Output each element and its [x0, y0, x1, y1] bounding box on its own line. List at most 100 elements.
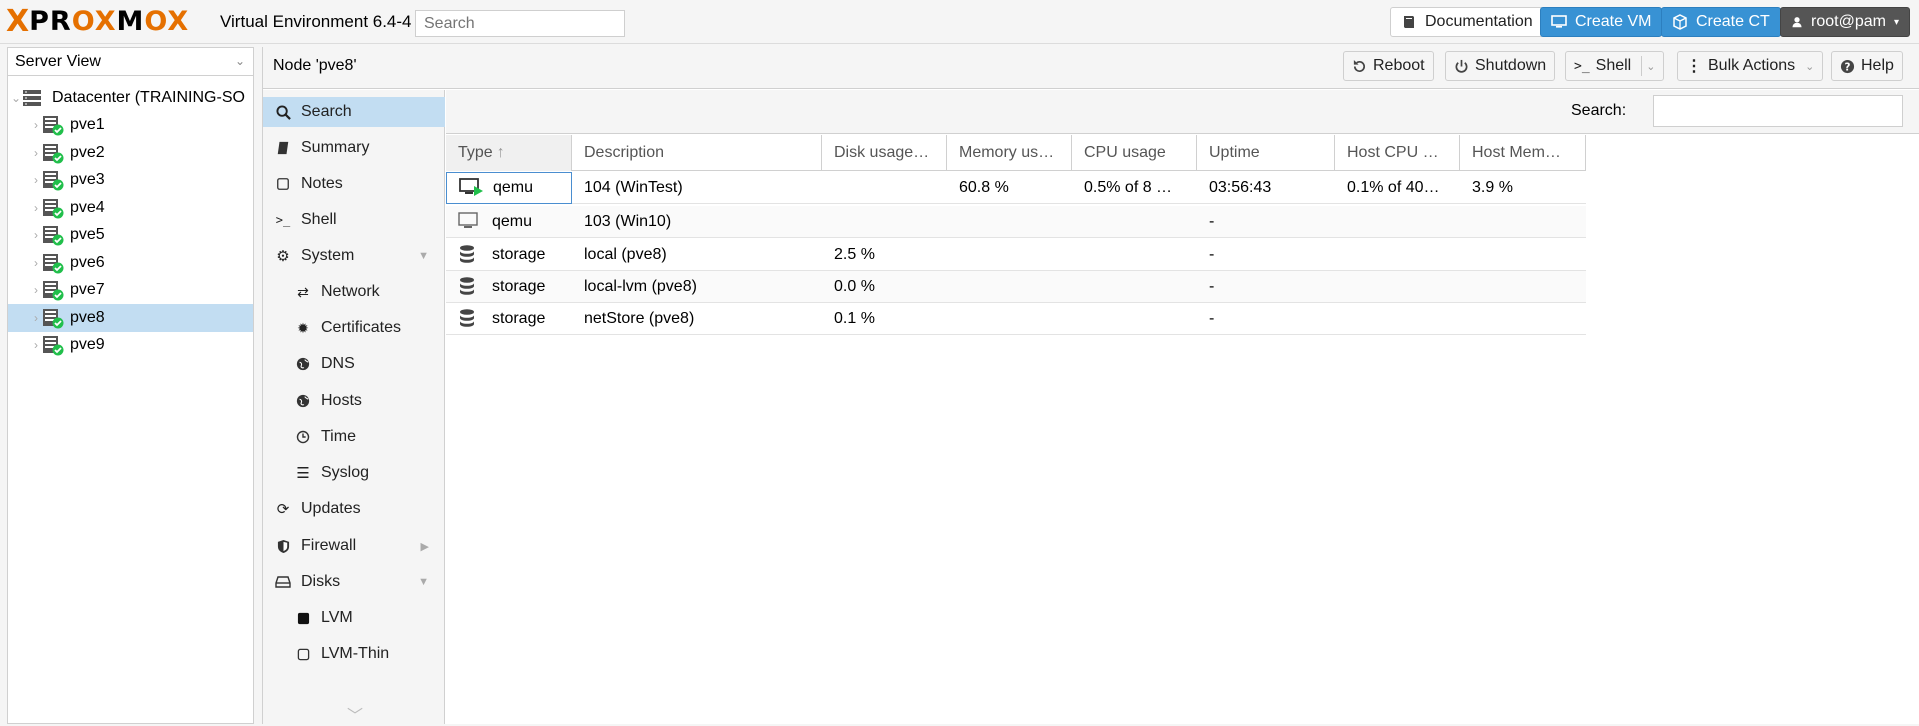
column-header[interactable]: CPU usage [1072, 135, 1197, 171]
bulk-actions-button[interactable]: ⋮ Bulk Actions ⌄ [1677, 51, 1824, 81]
menu-item-lvm-thin[interactable]: LVM-Thin [263, 639, 445, 669]
menu-item-dns[interactable]: DNS [263, 349, 445, 379]
table-cell-host-cpu [1335, 239, 1460, 271]
chevron-right-icon[interactable]: › [30, 201, 42, 215]
chevron-right-icon[interactable]: › [30, 311, 42, 325]
create-ct-label: Create CT [1696, 13, 1770, 30]
menu-item-shell[interactable]: >_ Shell [263, 205, 445, 235]
chevron-right-icon[interactable]: › [30, 228, 42, 242]
chevron-right-icon[interactable]: › [30, 338, 42, 352]
column-header[interactable]: Host CPU … [1335, 135, 1460, 171]
database-icon [458, 276, 484, 298]
table-row[interactable]: qemu 103 (Win10) - [446, 206, 1586, 238]
table-row[interactable]: qemu 104 (WinTest) 60.8 % 0.5% of 8 … 03:56:… [446, 172, 1586, 204]
server-online-icon [43, 308, 64, 329]
reboot-button[interactable]: Reboot [1343, 51, 1434, 81]
column-header-label: Description [584, 144, 665, 161]
table-row[interactable]: storage local-lvm (pve8) 0.0 % - [446, 271, 1586, 303]
tree-item-node[interactable]: › pve4 [8, 194, 253, 222]
node-label: pve3 [70, 171, 105, 189]
view-selector[interactable]: Server View ⌄ [8, 48, 253, 76]
menu-item-system[interactable]: ⚙ System ▼ [263, 241, 445, 271]
column-header[interactable]: Disk usage… [822, 135, 947, 171]
menu-item-hosts[interactable]: Hosts [263, 386, 445, 416]
server-online-icon [43, 336, 64, 356]
menu-item-search[interactable]: Search [263, 97, 445, 127]
table-cell-type: storage [446, 239, 572, 271]
create-vm-button[interactable]: Create VM [1540, 7, 1663, 37]
shell-button[interactable]: >_ Shell ⌄ [1565, 51, 1665, 81]
user-icon [1792, 17, 1802, 28]
help-button[interactable]: ? Help [1831, 51, 1903, 81]
tree-item-node[interactable]: › pve6 [8, 249, 253, 277]
column-header-label: Disk usage… [834, 144, 930, 161]
menu-item-notes[interactable]: Notes [263, 169, 445, 199]
menu-item-disks[interactable]: Disks ▼ [263, 567, 445, 597]
create-ct-button[interactable]: Create CT [1661, 7, 1781, 37]
menu-item-network[interactable]: ⇄ Network [263, 277, 445, 307]
node-menu: ︿ SearchSummaryNotes>_Shell⚙System▼⇄Netw… [263, 90, 445, 726]
menu-item-updates[interactable]: ⟳ Updates [263, 494, 445, 524]
caret-down-icon[interactable]: ▼ [418, 250, 429, 262]
menu-item-label: Disks [301, 573, 341, 590]
menu-item-certificates[interactable]: ✹ Certificates [263, 313, 445, 343]
globe-icon [293, 355, 313, 373]
proxmox-logo[interactable]: X PROXMOX [6, 6, 189, 38]
menu-item-label: LVM-Thin [321, 645, 390, 662]
tree-item-node[interactable]: › pve5 [8, 222, 253, 250]
table-cell-cpu: 0.5% of 8 … [1084, 179, 1173, 196]
menu-item-label: Notes [301, 175, 343, 192]
grid-header: Type ↑ Description Disk usage… Memory us… CPU… [446, 135, 1586, 171]
column-header[interactable]: Memory us… [947, 135, 1072, 171]
menu-item-label: Shell [301, 211, 337, 228]
table-row[interactable]: storage local (pve8) 2.5 % - [446, 239, 1586, 271]
tree-item-node[interactable]: › pve8 [8, 304, 253, 332]
user-menu-button[interactable]: root@pam ▾ [1780, 7, 1910, 37]
ellipsis-vertical-icon: ⋮ [1686, 58, 1702, 75]
tree-item-datacenter[interactable]: ⌄ Datacenter (TRAINING-SO [8, 84, 253, 112]
type-label: storage [492, 246, 546, 263]
cube-icon [1673, 14, 1687, 30]
chevron-down-icon[interactable]: ⌄ [1641, 56, 1655, 76]
menu-item-summary[interactable]: Summary [263, 133, 445, 163]
table-cell-type: storage [446, 303, 572, 335]
table-cell-host-cpu [1335, 271, 1460, 303]
documentation-button[interactable]: Documentation [1390, 7, 1544, 37]
shutdown-button[interactable]: Shutdown [1445, 51, 1556, 81]
column-header[interactable]: Host Mem… [1460, 135, 1586, 171]
column-header[interactable]: Uptime [1197, 135, 1335, 171]
chevron-right-icon[interactable]: › [30, 146, 42, 160]
tree-item-node[interactable]: › pve2 [8, 139, 253, 167]
menu-item-lvm[interactable]: LVM [263, 603, 445, 633]
chevron-right-icon[interactable]: › [30, 283, 42, 297]
table-row[interactable]: storage netStore (pve8) 0.1 % - [446, 303, 1586, 335]
column-header[interactable]: Description [572, 135, 822, 171]
table-cell-disk: 2.5 % [834, 246, 875, 263]
column-header-label: Type [458, 144, 493, 161]
chevron-down-icon: ⌄ [234, 54, 245, 68]
table-cell-type: qemu [446, 172, 572, 204]
tree-item-node[interactable]: › pve1 [8, 112, 253, 140]
grid-search-input[interactable] [1653, 95, 1903, 127]
chevron-right-icon[interactable]: › [30, 256, 42, 270]
caret-right-icon[interactable]: ▶ [421, 540, 429, 553]
chevron-right-icon[interactable]: › [30, 118, 42, 132]
tree-item-node[interactable]: › pve9 [8, 332, 253, 360]
chevron-right-icon[interactable]: › [30, 173, 42, 187]
tree-item-node[interactable]: › pve7 [8, 277, 253, 305]
shell-label: Shell [1595, 57, 1632, 74]
global-search-input[interactable] [415, 10, 625, 37]
server-online-icon [43, 116, 64, 136]
table-cell-host-cpu [1335, 303, 1460, 335]
menu-item-firewall[interactable]: Firewall ▶ [263, 531, 445, 561]
tree-item-node[interactable]: › pve3 [8, 167, 253, 195]
node-label: pve9 [70, 336, 105, 354]
search-icon [273, 103, 293, 121]
menu-item-time[interactable]: Time [263, 422, 445, 452]
caret-down-icon[interactable]: ▼ [418, 576, 429, 588]
column-header[interactable]: Type ↑ [446, 135, 572, 171]
tree-expand-icon[interactable]: ⌄ [10, 91, 22, 105]
chevron-down-icon[interactable]: ﹀ [347, 702, 363, 726]
node-label: pve2 [70, 143, 105, 161]
menu-item-syslog[interactable]: ☰ Syslog [263, 458, 445, 488]
